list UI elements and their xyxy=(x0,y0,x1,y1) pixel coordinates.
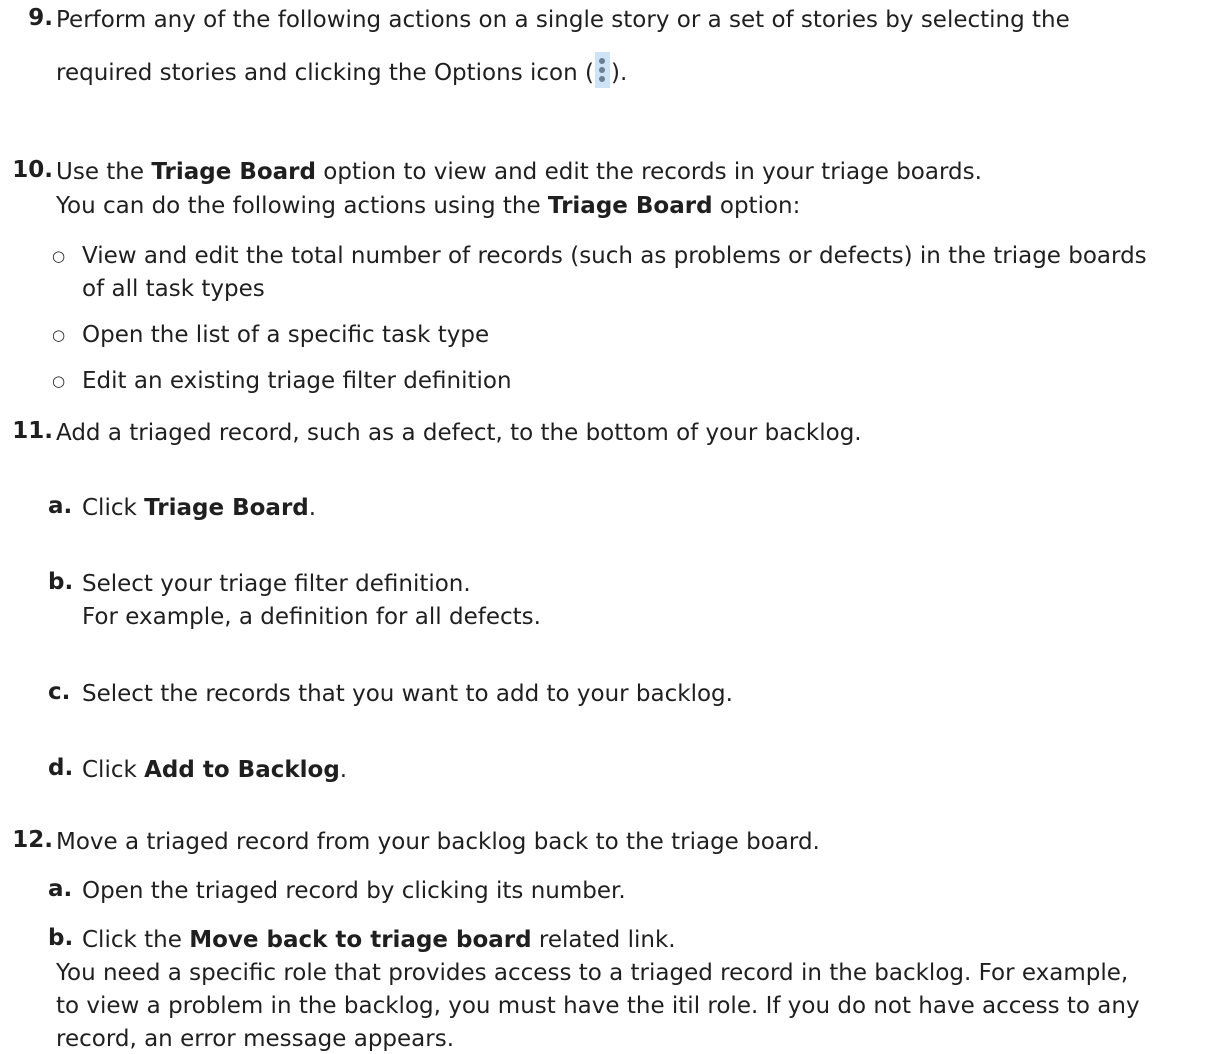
bullet-text: View and edit the total number of record… xyxy=(82,243,1147,269)
substep-label: d. xyxy=(48,755,74,781)
bullet-icon: ○ xyxy=(52,372,66,390)
step-text: Move a triaged record from your backlog … xyxy=(56,829,820,855)
step-number: 11. xyxy=(12,418,53,444)
vertical-ellipsis-icon xyxy=(594,52,610,88)
bullet-icon: ○ xyxy=(52,326,66,344)
substep-text: Click Add to Backlog. xyxy=(82,757,348,783)
bullet-text: Open the list of a specific task type xyxy=(82,322,490,348)
note-text: You need a specific role that provides a… xyxy=(56,960,1129,986)
step-text: Perform any of the following actions on … xyxy=(56,7,1070,33)
step-text: Use the Triage Board option to view and … xyxy=(56,159,982,185)
substep-text-cont: For example, a definition for all defect… xyxy=(82,604,541,630)
bullet-icon: ○ xyxy=(52,247,66,265)
substep-label: c. xyxy=(48,679,71,705)
substep-label: a. xyxy=(48,493,73,519)
step-text-cont: required stories and clicking the Option… xyxy=(56,52,627,88)
step-number: 12. xyxy=(12,827,53,853)
substep-text: Open the triaged record by clicking its … xyxy=(82,878,626,904)
substep-text: Select your triage filter definition. xyxy=(82,571,471,597)
note-text: to view a problem in the backlog, you mu… xyxy=(56,993,1140,1019)
step-number: 10. xyxy=(12,157,53,183)
substep-label: a. xyxy=(48,876,73,902)
note-text: record, an error message appears. xyxy=(56,1026,455,1052)
bullet-text-cont: of all task types xyxy=(82,276,265,302)
step-number: 9. xyxy=(28,5,53,31)
substep-text: Select the records that you want to add … xyxy=(82,681,733,707)
substep-label: b. xyxy=(48,569,74,595)
substep-text: Click Triage Board. xyxy=(82,495,317,521)
bullet-text: Edit an existing triage filter definitio… xyxy=(82,368,512,394)
substep-label: b. xyxy=(48,925,74,951)
substep-text: Click the Move back to triage board rela… xyxy=(82,927,676,953)
step-text: Add a triaged record, such as a defect, … xyxy=(56,420,862,446)
step-text-cont: You can do the following actions using t… xyxy=(56,193,801,219)
